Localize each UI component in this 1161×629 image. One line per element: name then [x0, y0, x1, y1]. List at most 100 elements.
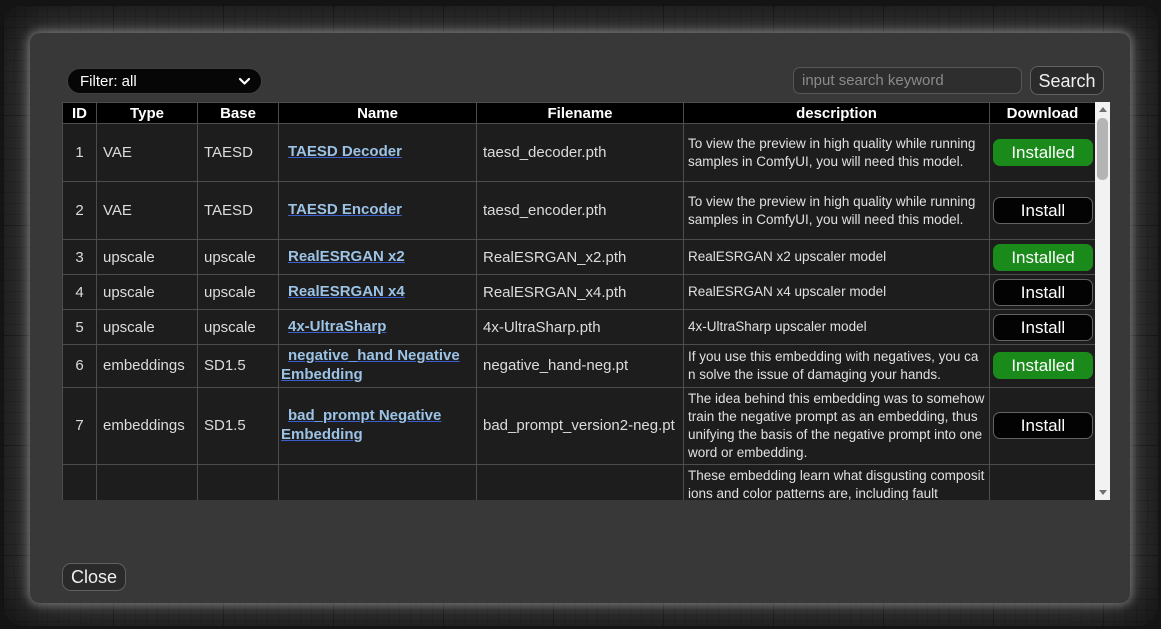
search-button[interactable]: Search [1030, 66, 1104, 95]
row-filename-cell: RealESRGAN_x4.pth [477, 275, 684, 310]
row-type-cell: embeddings [97, 387, 198, 464]
row-type-cell: upscale [97, 240, 198, 275]
row-id-cell: 1 [63, 124, 97, 182]
install-button[interactable]: Install [993, 279, 1093, 306]
row-name-cell: TAESD Encoder [279, 182, 477, 240]
row-id-cell: 6 [63, 345, 97, 388]
filter-select-label: Filter: all [80, 73, 137, 90]
row-id-cell: 5 [63, 310, 97, 345]
row-name-cell: 4x-UltraSharp [279, 310, 477, 345]
model-table-container: IDTypeBaseNameFilenamedescriptionDownloa… [62, 102, 1110, 500]
row-description-cell: These embedding learn what disgusting co… [684, 464, 990, 500]
table-row: 7embeddingsSD1.5bad_prompt Negative Embe… [63, 387, 1096, 464]
row-download-cell: Install [990, 310, 1096, 345]
row-id-cell [63, 464, 97, 500]
table-scrollbar[interactable] [1095, 102, 1110, 500]
row-base-cell [198, 464, 279, 500]
row-name-cell: RealESRGAN x2 [279, 240, 477, 275]
row-download-cell: Installed [990, 240, 1096, 275]
row-download-cell [990, 464, 1096, 500]
row-id-cell: 2 [63, 182, 97, 240]
row-description-cell: To view the preview in high quality whil… [684, 182, 990, 240]
row-type-cell [97, 464, 198, 500]
row-download-cell: Install [990, 182, 1096, 240]
row-filename-cell: negative_hand-neg.pt [477, 345, 684, 388]
close-button[interactable]: Close [62, 563, 126, 591]
model-name-link[interactable]: 4x-UltraSharp [281, 318, 474, 337]
column-header-base: Base [198, 103, 279, 124]
row-download-cell: Install [990, 387, 1096, 464]
installed-button[interactable]: Installed [993, 244, 1093, 271]
row-type-cell: upscale [97, 310, 198, 345]
row-download-cell: Installed [990, 124, 1096, 182]
installed-button[interactable]: Installed [993, 352, 1093, 379]
column-header-description: description [684, 103, 990, 124]
row-filename-cell: RealESRGAN_x2.pth [477, 240, 684, 275]
row-description-cell: To view the preview in high quality whil… [684, 124, 990, 182]
table-row: 1VAETAESDTAESD Decodertaesd_decoder.pthT… [63, 124, 1096, 182]
column-header-download: Download [990, 103, 1096, 124]
column-header-name: Name [279, 103, 477, 124]
model-name-link[interactable]: negative_hand Negative Embedding [281, 347, 474, 385]
row-description-cell: If you use this embedding with negatives… [684, 345, 990, 388]
row-filename-cell: taesd_decoder.pth [477, 124, 684, 182]
row-base-cell: SD1.5 [198, 387, 279, 464]
row-description-cell: RealESRGAN x4 upscaler model [684, 275, 990, 310]
row-base-cell: upscale [198, 240, 279, 275]
row-download-cell: Install [990, 275, 1096, 310]
row-type-cell: VAE [97, 182, 198, 240]
model-name-link[interactable]: RealESRGAN x4 [281, 283, 474, 302]
row-download-cell: Installed [990, 345, 1096, 388]
column-header-type: Type [97, 103, 198, 124]
row-filename-cell: bad_prompt_version2-neg.pt [477, 387, 684, 464]
row-id-cell: 7 [63, 387, 97, 464]
row-base-cell: upscale [198, 310, 279, 345]
row-description-cell: The idea behind this embedding was to so… [684, 387, 990, 464]
canvas-background: Filter: all Search IDTypeBaseNameFilenam… [3, 5, 1158, 626]
model-name-link[interactable]: TAESD Encoder [281, 201, 474, 220]
filter-select[interactable]: Filter: all [67, 68, 262, 94]
row-base-cell: TAESD [198, 124, 279, 182]
row-base-cell: TAESD [198, 182, 279, 240]
row-type-cell: VAE [97, 124, 198, 182]
scroll-up-arrow-icon[interactable] [1095, 102, 1110, 117]
row-type-cell: embeddings [97, 345, 198, 388]
row-name-cell [279, 464, 477, 500]
row-filename-cell [477, 464, 684, 500]
table-header-row: IDTypeBaseNameFilenamedescriptionDownloa… [63, 103, 1096, 124]
install-button[interactable]: Install [993, 314, 1093, 341]
install-button[interactable]: Install [993, 412, 1093, 439]
install-button[interactable]: Install [993, 197, 1093, 224]
model-name-link[interactable]: bad_prompt Negative Embedding [281, 407, 474, 445]
row-name-cell: RealESRGAN x4 [279, 275, 477, 310]
row-description-cell: 4x-UltraSharp upscaler model [684, 310, 990, 345]
scrollbar-thumb[interactable] [1097, 118, 1108, 180]
column-header-id: ID [63, 103, 97, 124]
column-header-filename: Filename [477, 103, 684, 124]
row-base-cell: upscale [198, 275, 279, 310]
table-row: 5upscaleupscale4x-UltraSharp4x-UltraShar… [63, 310, 1096, 345]
row-name-cell: bad_prompt Negative Embedding [279, 387, 477, 464]
table-row: 3upscaleupscaleRealESRGAN x2RealESRGAN_x… [63, 240, 1096, 275]
model-table: IDTypeBaseNameFilenamedescriptionDownloa… [62, 102, 1096, 500]
row-name-cell: TAESD Decoder [279, 124, 477, 182]
row-filename-cell: 4x-UltraSharp.pth [477, 310, 684, 345]
row-type-cell: upscale [97, 275, 198, 310]
table-row: 2VAETAESDTAESD Encodertaesd_encoder.pthT… [63, 182, 1096, 240]
scroll-down-arrow-icon[interactable] [1095, 485, 1110, 500]
row-description-cell: RealESRGAN x2 upscaler model [684, 240, 990, 275]
model-name-link[interactable]: RealESRGAN x2 [281, 248, 474, 267]
search-input[interactable] [793, 67, 1022, 94]
installed-button[interactable]: Installed [993, 139, 1093, 166]
row-id-cell: 3 [63, 240, 97, 275]
table-row: 4upscaleupscaleRealESRGAN x4RealESRGAN_x… [63, 275, 1096, 310]
table-row: 6embeddingsSD1.5negative_hand Negative E… [63, 345, 1096, 388]
row-base-cell: SD1.5 [198, 345, 279, 388]
row-id-cell: 4 [63, 275, 97, 310]
table-row: These embedding learn what disgusting co… [63, 464, 1096, 500]
row-filename-cell: taesd_encoder.pth [477, 182, 684, 240]
model-name-link[interactable]: TAESD Decoder [281, 143, 474, 162]
chevron-down-icon [238, 77, 251, 86]
model-manager-dialog: Filter: all Search IDTypeBaseNameFilenam… [30, 33, 1130, 603]
row-name-cell: negative_hand Negative Embedding [279, 345, 477, 388]
